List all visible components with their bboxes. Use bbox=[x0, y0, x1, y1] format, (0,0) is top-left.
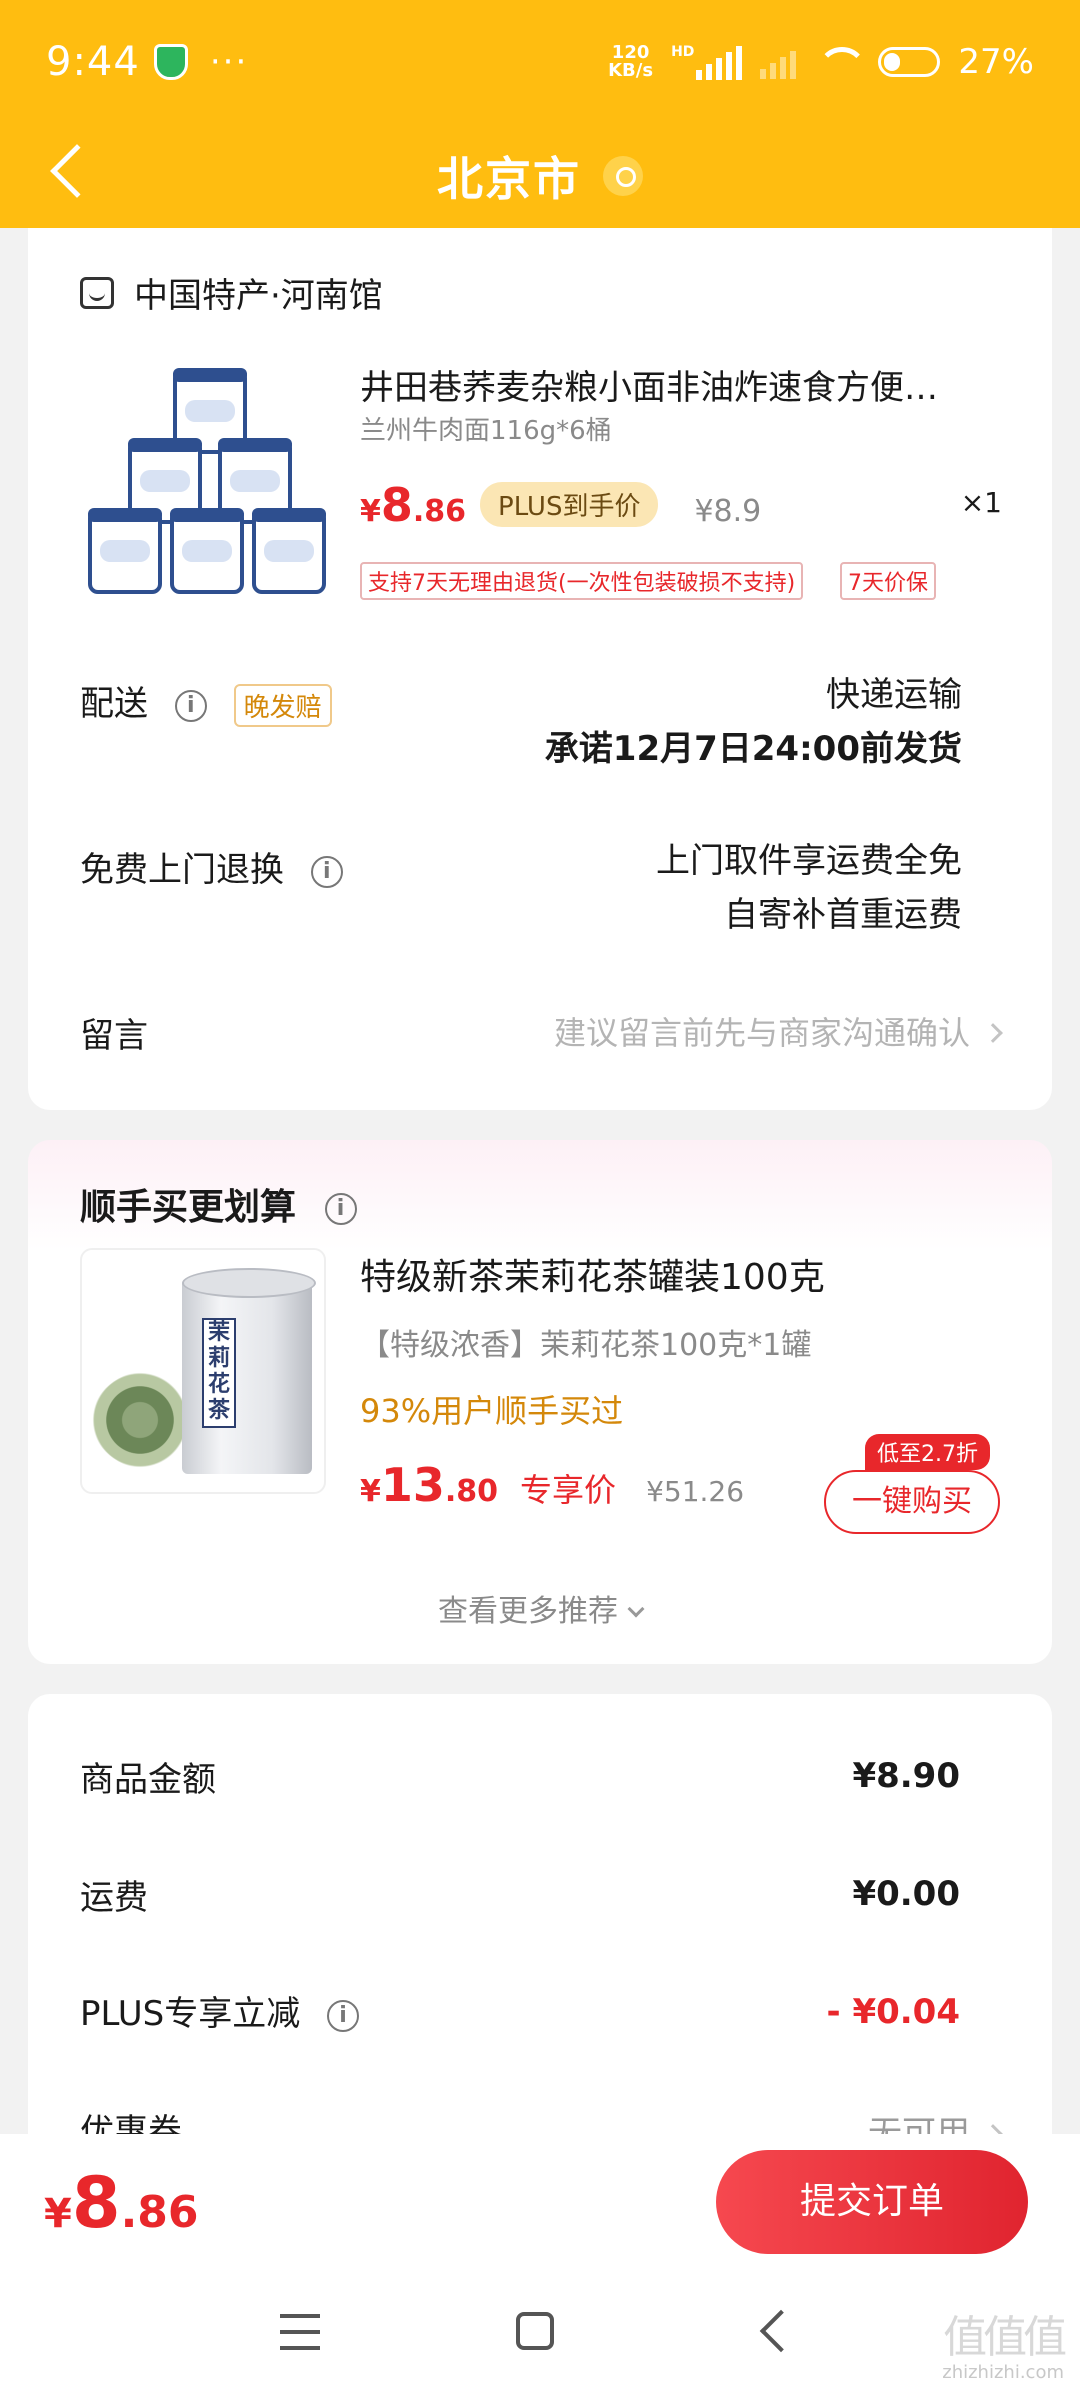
product-image[interactable] bbox=[80, 358, 340, 598]
plus-discount-label: PLUS专享立减 bbox=[80, 1994, 301, 2034]
system-nav-bar: 值值值 zhizhizhi.com bbox=[0, 2274, 1080, 2400]
back-icon[interactable] bbox=[759, 2309, 803, 2353]
product-spec: 兰州牛肉面116g*6桶 bbox=[360, 416, 612, 446]
price-summary-card: 商品金额 ¥8.90 运费 ¥0.00 PLUS专享立减 i - ¥0.04 优… bbox=[28, 1694, 1052, 2134]
message-placeholder: 建议留言前先与商家沟通确认 bbox=[553, 1014, 970, 1052]
price-decimal: .86 bbox=[412, 494, 467, 529]
network-speed: 120 KB/s bbox=[608, 44, 653, 80]
coupon-label: 优惠券 bbox=[80, 2112, 182, 2134]
signal-icon bbox=[696, 46, 743, 80]
status-time: 9:44 bbox=[46, 39, 140, 85]
status-bar: 9:44 ··· 120 KB/s HD 27% bbox=[0, 0, 1080, 124]
price-decimal: .80 bbox=[444, 1474, 499, 1509]
plus-price-badge: PLUS到手价 bbox=[480, 482, 659, 527]
info-icon[interactable]: i bbox=[324, 1193, 357, 1225]
signal-2-icon bbox=[760, 45, 797, 79]
shop-row[interactable]: 中国特产·河南馆 bbox=[80, 268, 383, 317]
recommend-product-image[interactable]: 茉莉花茶 bbox=[80, 1248, 326, 1494]
product-price: ¥ 8 .86 PLUS到手价 ¥8.9 bbox=[360, 478, 761, 533]
recommend-price: ¥ 13 .80 专享价 ¥51.26 bbox=[360, 1458, 744, 1512]
info-icon[interactable]: i bbox=[310, 855, 343, 888]
original-price: ¥8.9 bbox=[694, 494, 762, 529]
chevron-right-icon bbox=[983, 2124, 1003, 2134]
battery-icon bbox=[878, 47, 941, 77]
recommend-title-row: 顺手买更划算 i bbox=[80, 1178, 357, 1230]
recommend-section-title: 顺手买更划算 bbox=[80, 1187, 297, 1228]
coupon-value-row[interactable]: 无可用 bbox=[868, 2106, 1003, 2134]
info-icon[interactable]: i bbox=[174, 689, 207, 722]
price-protect-tag: 7天价保 bbox=[840, 562, 936, 600]
price-integer: 8 bbox=[380, 478, 413, 532]
goods-amount-value: ¥8.90 bbox=[852, 1756, 960, 1796]
recommend-card: 顺手买更划算 i 茉莉花茶 特级新茶茉莉花茶罐装100克 【特级浓香】茉莉花茶1… bbox=[28, 1140, 1052, 1664]
checkout-bar: ¥ 8 .86 提交订单 bbox=[0, 2134, 1080, 2274]
plus-discount-value: - ¥0.04 bbox=[826, 1992, 961, 2032]
chevron-down-icon bbox=[627, 1600, 645, 1618]
shipping-value: ¥0.00 bbox=[852, 1874, 960, 1914]
message-label: 留言 bbox=[80, 1016, 148, 1056]
return-policy-tag: 支持7天无理由退货(一次性包装破损不支持) bbox=[360, 562, 804, 600]
product-title[interactable]: 井田巷荞麦杂粮小面非油炸速食方便… bbox=[360, 360, 1010, 409]
returns-label-row: 免费上门退换 i bbox=[80, 842, 343, 891]
shipping-label: 运费 bbox=[80, 1878, 148, 1918]
delivery-method: 快递运输 bbox=[826, 675, 962, 715]
discount-tag: 低至2.7折 bbox=[865, 1434, 990, 1470]
total-decimal: .86 bbox=[120, 2187, 199, 2238]
delivery-label: 配送 bbox=[80, 684, 148, 724]
total-integer: 8 bbox=[71, 2162, 121, 2244]
delivery-label-row: 配送 i 晚发赔 bbox=[80, 676, 332, 727]
recommend-original-price: ¥51.26 bbox=[646, 1475, 745, 1508]
more-notifications-icon: ··· bbox=[209, 42, 249, 82]
hd-label: HD bbox=[671, 44, 695, 60]
returns-label: 免费上门退换 bbox=[80, 850, 284, 890]
delivery-promise: 承诺12月7日24:00前发货 bbox=[544, 729, 962, 769]
back-arrow-icon[interactable] bbox=[50, 144, 104, 198]
price-integer: 13 bbox=[380, 1458, 445, 1512]
location-title[interactable]: 北京市 bbox=[437, 143, 581, 209]
price-currency: ¥ bbox=[360, 494, 381, 529]
home-icon[interactable] bbox=[516, 2312, 554, 2350]
returns-line1: 上门取件享运费全免 bbox=[656, 841, 962, 881]
watermark: 值值值 zhizhizhi.com bbox=[942, 2312, 1067, 2384]
nav-header: 北京市 bbox=[0, 124, 1080, 228]
exclusive-price-label: 专享价 bbox=[520, 1471, 617, 1509]
location-icon[interactable] bbox=[603, 156, 643, 196]
shop-name: 中国特产·河南馆 bbox=[134, 276, 383, 316]
total-price: ¥ 8 .86 bbox=[44, 2162, 199, 2244]
tea-can-label: 茉莉花茶 bbox=[202, 1318, 236, 1428]
shop-icon bbox=[80, 276, 114, 309]
recommend-product-name[interactable]: 特级新茶茉莉花茶罐装100克 bbox=[360, 1248, 825, 1300]
one-click-buy-button[interactable]: 一键购买 bbox=[824, 1470, 1000, 1534]
see-more-recommendations[interactable]: 查看更多推荐 bbox=[28, 1586, 1052, 1630]
see-more-label: 查看更多推荐 bbox=[438, 1594, 618, 1629]
watermark-glyphs: 值值值 bbox=[943, 2312, 1067, 2363]
quantity: ×1 bbox=[960, 486, 1002, 519]
watermark-site: zhizhizhi.com bbox=[942, 2362, 1064, 2383]
message-input[interactable]: 建议留言前先与商家沟通确认 bbox=[553, 1008, 1003, 1054]
wifi-icon bbox=[814, 45, 860, 79]
menu-icon[interactable] bbox=[280, 2314, 320, 2350]
returns-line2: 自寄补首重运费 bbox=[724, 895, 962, 935]
total-currency: ¥ bbox=[44, 2191, 72, 2237]
price-currency: ¥ bbox=[360, 1474, 381, 1509]
coupon-value: 无可用 bbox=[868, 2114, 970, 2134]
order-item-card: 中国特产·河南馆 井田巷荞麦杂粮小面非油炸速食方便… 兰州牛肉面116g*6桶 … bbox=[28, 228, 1052, 1110]
submit-order-button[interactable]: 提交订单 bbox=[716, 2150, 1028, 2254]
tea-can-graphic: 茉莉花茶 bbox=[182, 1268, 316, 1474]
shield-icon bbox=[153, 44, 188, 80]
recommend-product-subtitle: 【特级浓香】茉莉花茶100克*1罐 bbox=[360, 1328, 812, 1363]
delivery-info[interactable]: 快递运输 承诺12月7日24:00前发货 bbox=[545, 668, 962, 776]
info-icon[interactable]: i bbox=[327, 1999, 360, 2032]
battery-percent: 27% bbox=[958, 42, 1034, 82]
plus-discount-label-row: PLUS专享立减 i bbox=[80, 1986, 360, 2035]
chevron-right-icon bbox=[983, 1023, 1003, 1043]
net-speed-unit: KB/s bbox=[608, 60, 654, 81]
late-compensation-badge: 晚发赔 bbox=[233, 684, 332, 727]
recommend-social-proof: 93%用户顺手买过 bbox=[360, 1392, 624, 1430]
goods-amount-label: 商品金额 bbox=[80, 1760, 216, 1800]
returns-info: 上门取件享运费全免 自寄补首重运费 bbox=[656, 834, 962, 942]
